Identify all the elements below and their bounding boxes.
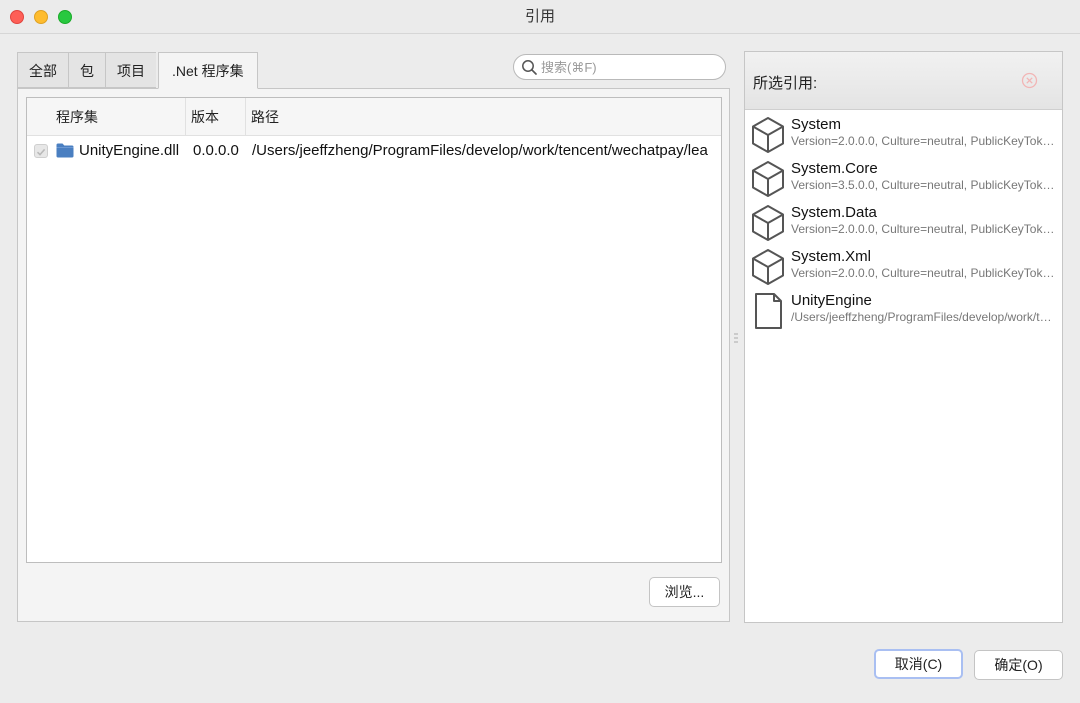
list-item[interactable]: UnityEngine /Users/jeeffzheng/ProgramFil… [745,288,1062,332]
reference-detail: Version=2.0.0.0, Culture=neutral, Public… [791,266,1057,280]
assembly-icon [752,117,784,153]
reference-name: System.Xml [791,248,872,265]
assembly-icon [752,249,784,285]
table-row[interactable]: UnityEngine.dll 0.0.0.0 /Users/jeeffzhen… [27,136,721,166]
list-item[interactable]: System.Xml Version=2.0.0.0, Culture=neut… [745,244,1062,288]
reference-name: System.Data [791,204,877,221]
assembly-icon [752,205,784,241]
assembly-table: 程序集 版本 路径 UnityEngine.dll 0.0.0.0 /Users… [26,97,722,563]
cancel-button[interactable]: 取消(C) [874,649,963,679]
row-assembly-name: UnityEngine.dll [79,142,180,159]
list-item[interactable]: System Version=2.0.0.0, Culture=neutral,… [745,112,1062,156]
list-item[interactable]: System.Core Version=3.5.0.0, Culture=neu… [745,156,1062,200]
table-header: 程序集 版本 路径 [27,98,721,136]
search-input[interactable] [541,57,721,77]
selected-references-panel: 所选引用: System Version=2.0.0.0, Culture=ne… [744,51,1063,623]
tab-net-assemblies[interactable]: .Net 程序集 [158,52,258,89]
row-path: /Users/jeeffzheng/ProgramFiles/develop/w… [252,142,708,159]
window-title: 引用 [524,8,555,25]
splitter-handle[interactable] [733,331,739,345]
row-checkbox[interactable] [34,144,48,158]
row-version: 0.0.0.0 [193,142,239,159]
reference-detail: Version=2.0.0.0, Culture=neutral, Public… [791,134,1057,148]
clear-selection-icon[interactable] [1021,72,1038,89]
file-icon [755,293,782,329]
tab-packages[interactable]: 包 [68,52,105,88]
list-item[interactable]: System.Data Version=2.0.0.0, Culture=neu… [745,200,1062,244]
reference-name: System.Core [791,160,878,177]
column-version[interactable]: 版本 [185,98,245,136]
tab-all[interactable]: 全部 [17,52,68,88]
selected-references-title: 所选引用: [753,75,818,92]
tab-projects[interactable]: 项目 [105,52,156,88]
reference-detail: Version=3.5.0.0, Culture=neutral, Public… [791,178,1057,192]
title-bar: 引用 [0,0,1080,34]
folder-icon [56,143,74,158]
browse-button[interactable]: 浏览... [649,577,720,607]
reference-detail: Version=2.0.0.0, Culture=neutral, Public… [791,222,1057,236]
search-icon [522,60,537,75]
selected-references-header: 所选引用: [745,52,1062,110]
reference-name: System [791,116,842,133]
search-box[interactable] [513,54,726,80]
checkmark-icon [36,148,46,156]
column-assembly[interactable]: 程序集 [56,98,98,136]
reference-detail: /Users/jeeffzheng/ProgramFiles/develop/w… [791,310,1057,324]
column-path[interactable]: 路径 [245,98,721,136]
assembly-icon [752,161,784,197]
reference-tabs: 全部 包 项目 .Net 程序集 [17,52,258,89]
ok-button[interactable]: 确定(O) [974,650,1063,680]
reference-name: UnityEngine [791,292,872,309]
